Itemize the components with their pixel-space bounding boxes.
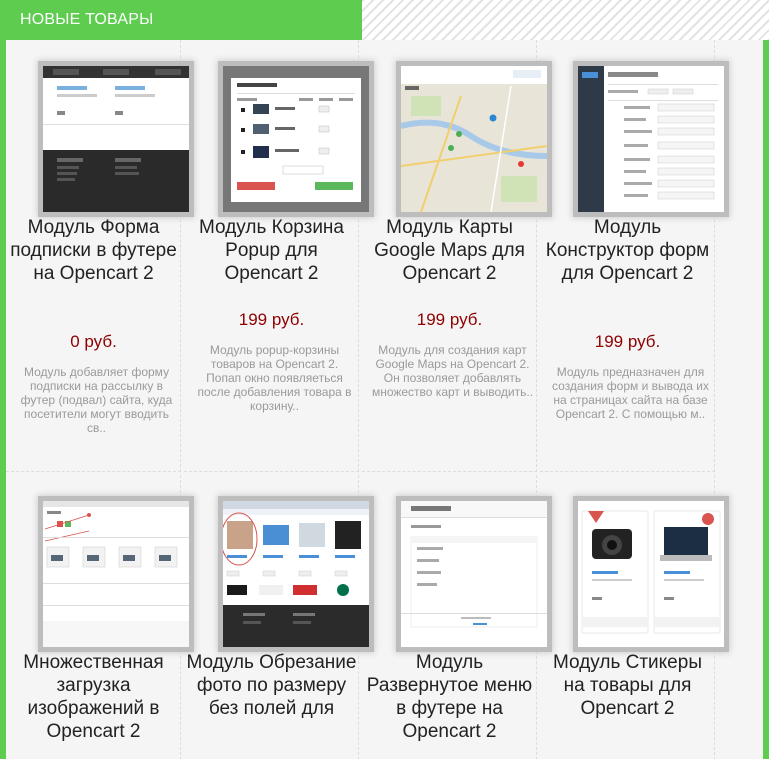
product-card: Модуль Стикеры на товары для Opencart 2 [540,475,724,759]
crop-photo-screenshot [223,501,369,647]
product-thumbnail[interactable] [401,501,547,647]
google-maps-screenshot [401,66,547,212]
product-price: 199 руб. [238,310,305,329]
product-description: Модуль добавляет форму подписки на рассы… [20,365,173,435]
cart-popup-screenshot [223,66,369,212]
product-price: 199 руб. [594,332,661,351]
product-title[interactable]: Модуль Стикеры на товары для Opencart 2 [540,651,715,720]
header-tab: НОВЫЕ ТОВАРЫ [0,0,362,40]
product-card: Множественная загрузка изображений в Ope… [6,475,189,759]
product-card: Модуль Карты Google Maps для Opencart 2 … [362,40,547,472]
product-title[interactable]: Модуль Форма подписки в футере на Openca… [6,216,181,285]
product-title[interactable]: Множественная загрузка изображений в Ope… [6,651,181,743]
product-card: Модуль Корзина Popup для Opencart 2 199 … [184,40,369,472]
subscribe-form-footer-screenshot [43,66,189,212]
product-description: Модуль для создания карт Google Maps на … [371,343,534,399]
multi-upload-screenshot [43,501,189,647]
product-thumbnail[interactable] [578,501,724,647]
products-panel: Модуль Форма подписки в футере на Openca… [6,40,763,759]
product-thumbnail[interactable] [401,66,547,212]
product-title[interactable]: Модуль Развернутое меню в футере на Open… [362,651,537,743]
product-price: 0 руб. [70,332,117,351]
product-title[interactable]: Модуль Конструктор форм для Opencart 2 [540,216,715,285]
product-price: 199 руб. [416,310,483,329]
section-title: НОВЫЕ ТОВАРЫ [20,11,154,28]
product-thumbnail[interactable] [223,501,369,647]
product-thumbnail[interactable] [223,66,369,212]
product-title[interactable]: Модуль Карты Google Maps для Opencart 2 [362,216,537,285]
product-thumbnail[interactable] [43,501,189,647]
product-card: Модуль Конструктор форм для Opencart 2 1… [540,40,724,472]
footer-menu-screenshot [401,501,547,647]
product-thumbnail[interactable] [578,66,724,212]
section-header: НОВЫЕ ТОВАРЫ [0,0,769,40]
product-description: Модуль предназначен для создания форм и … [552,365,709,421]
product-card: Модуль Развернутое меню в футере на Open… [362,475,547,759]
product-thumbnail[interactable] [43,66,189,212]
stickers-screenshot [578,501,724,647]
product-card: Модуль Обрезание фото по размеру без пол… [184,475,369,759]
form-builder-screenshot [578,66,724,212]
product-title[interactable]: Модуль Корзина Popup для Opencart 2 [184,216,359,285]
header-stripes-decoration [362,0,769,40]
product-title[interactable]: Модуль Обрезание фото по размеру без пол… [184,651,359,720]
product-description: Модуль popup-корзины товаров на Opencart… [197,343,352,413]
product-card: Модуль Форма подписки в футере на Openca… [6,40,189,472]
